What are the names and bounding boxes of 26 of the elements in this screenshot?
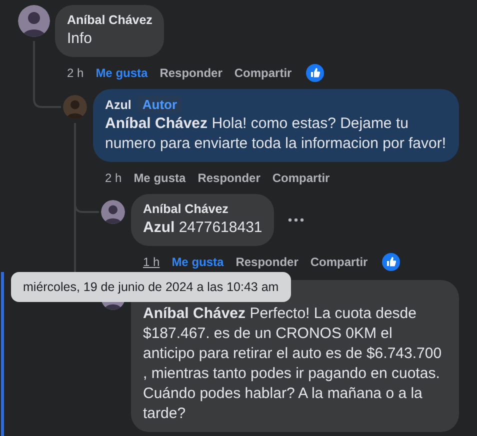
timestamp-link[interactable]: 1 h (143, 252, 160, 270)
reply-link[interactable]: Responder (236, 252, 298, 270)
author-name[interactable]: Azul (105, 98, 132, 112)
comment-text: Info (67, 29, 94, 49)
author-name[interactable]: Aníbal Chávez (143, 202, 228, 216)
like-link[interactable]: Me gusta (172, 252, 224, 270)
timestamp-link[interactable]: 2 h (67, 64, 84, 82)
comment-text: Aníbal Chávez Perfecto! La cuota desde $187.467. es de un CRONOS 0KM el anticipo para retirar el auto es de $6.743.700 , mientras tanto podes ir pagando en cuotas. Cuándo podes hablar? A la mañana o a la tarde? (143, 304, 443, 424)
like-reaction-icon[interactable] (306, 64, 324, 82)
reply-link[interactable]: Responder (160, 64, 222, 82)
more-options-icon[interactable] (288, 218, 304, 222)
author-badge: Autor (137, 96, 182, 113)
comment-text: Aníbal Chávez Hola! como estas? Dejame tu numero para enviarte toda la informacion por favor! (105, 114, 447, 154)
date-tooltip: miércoles, 19 de junio de 2024 a las 10:43 am (11, 272, 291, 302)
like-reaction-icon[interactable] (382, 252, 400, 270)
like-link[interactable]: Me gusta (96, 64, 148, 82)
reply-link[interactable]: Responder (198, 168, 260, 186)
timestamp-link[interactable]: 2 h (105, 168, 122, 186)
share-link[interactable]: Compartir (272, 168, 330, 186)
author-name[interactable]: Aníbal Chávez (67, 13, 152, 27)
avatar[interactable] (101, 200, 125, 224)
like-link[interactable]: Me gusta (134, 168, 186, 186)
share-link[interactable]: Compartir (310, 252, 368, 270)
share-link[interactable]: Compartir (234, 64, 292, 82)
comment-text: Azul 2477618431 (143, 218, 262, 238)
avatar[interactable] (18, 5, 50, 37)
